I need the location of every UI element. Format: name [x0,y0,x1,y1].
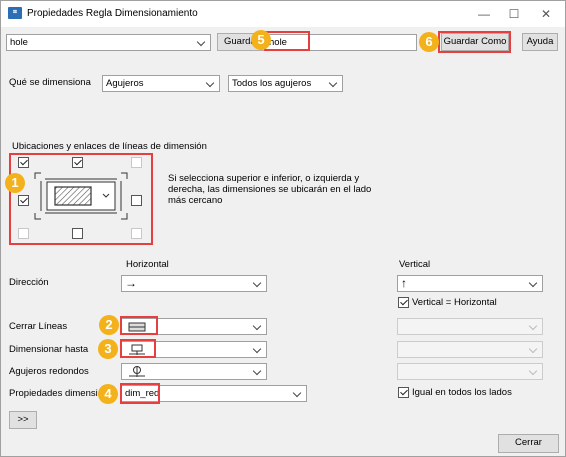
chevron-down-icon [253,278,263,288]
location-top-right-checkbox[interactable] [131,157,142,168]
highlight-3 [120,339,156,358]
vertical-header: Vertical [399,259,431,270]
close-window-button[interactable]: ✕ [531,5,561,23]
vertical-equals-horizontal-label: Vertical = Horizontal [412,297,497,308]
badge-1: 1 [5,173,25,193]
badge-6: 6 [419,32,439,52]
hole-diagram-icon [34,172,128,220]
object-combo[interactable]: Agujeros [102,75,220,92]
chevron-down-icon [293,388,303,398]
scope-combo[interactable]: Todos los agujeros [228,75,343,92]
location-mid-left-checkbox[interactable] [18,195,29,206]
rule-combo[interactable]: hole [6,34,211,51]
expand-button[interactable]: >> [9,411,37,429]
app-icon: ⌗ [8,7,22,19]
highlight-2 [120,316,158,335]
chevron-down-icon [529,321,539,331]
highlight-4 [120,383,160,404]
window-title: Propiedades Regla Dimensionamiento [27,8,198,19]
same-all-sides-label: Igual en todos los lados [412,387,512,398]
location-mid-right-checkbox[interactable] [131,195,142,206]
what-label: Qué se dimensiona [9,77,91,88]
chevron-down-icon [529,344,539,354]
vertical-direction-combo[interactable]: ↑ [397,275,543,292]
direction-label: Dirección [9,277,49,288]
badge-4: 4 [98,384,118,404]
horizontal-direction-combo[interactable]: → [121,275,267,292]
chevron-down-icon [206,78,216,88]
badge-2: 2 [99,315,119,335]
maximize-button[interactable]: ☐ [499,5,529,23]
round-holes-combo[interactable] [121,363,267,380]
chevron-down-icon [329,78,339,88]
round-holes-label: Agujeros redondos [9,366,89,377]
round-hole-icon [129,366,145,377]
chevron-down-icon [197,37,207,47]
dimension-to-label: Dimensionar hasta [9,344,89,355]
round-holes-vertical-combo[interactable] [397,363,543,380]
location-top-center-checkbox[interactable] [72,157,83,168]
highlight-6 [438,31,511,53]
location-bottom-center-checkbox[interactable] [72,228,83,239]
badge-5: 5 [251,30,271,50]
dimension-to-vertical-combo[interactable] [397,341,543,358]
title-bar: ⌗ Propiedades Regla Dimensionamiento — ☐… [1,1,565,27]
location-bottom-right-checkbox[interactable] [131,228,142,239]
chevron-down-icon [253,321,263,331]
chevron-down-icon [529,278,539,288]
up-arrow-icon: ↑ [401,276,407,290]
locations-hint: Si selecciona superior e inferior, o izq… [168,173,372,206]
close-lines-label: Cerrar Líneas [9,321,68,332]
close-button[interactable]: Cerrar [498,434,559,453]
dim-props-label: Propiedades dimensi [9,388,98,399]
rule-combo-value: hole [10,37,28,48]
horizontal-header: Horizontal [126,259,169,270]
location-top-left-checkbox[interactable] [18,157,29,168]
vertical-equals-horizontal-checkbox[interactable] [398,297,409,308]
badge-3: 3 [98,339,118,359]
locations-title: Ubicaciones y enlaces de líneas de dimen… [12,141,207,152]
right-arrow-icon: → [125,276,137,290]
scope-combo-value: Todos los agujeros [232,78,312,89]
close-lines-vertical-combo[interactable] [397,318,543,335]
chevron-down-icon [253,366,263,376]
object-combo-value: Agujeros [106,78,144,89]
location-bottom-left-checkbox[interactable] [18,228,29,239]
dialog-window: ⌗ Propiedades Regla Dimensionamiento — ☐… [0,0,566,457]
same-all-sides-checkbox[interactable] [398,387,409,398]
chevron-down-icon [529,366,539,376]
help-button[interactable]: Ayuda [522,33,558,51]
minimize-button[interactable]: — [469,5,499,23]
chevron-down-icon [253,344,263,354]
